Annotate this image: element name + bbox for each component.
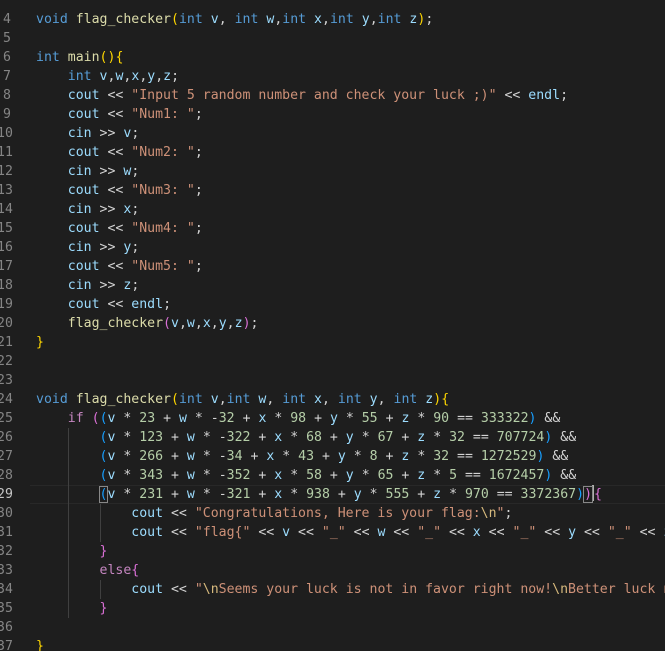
line-number: 33 [0, 563, 13, 578]
line-number: 27 [0, 449, 13, 464]
code-line[interactable]: 31 cout << "flag{" << v << "_" << w << "… [0, 523, 665, 542]
line-number: 5 [3, 31, 11, 46]
line-number: 11 [0, 145, 13, 160]
code-text: cin >> z; [67, 278, 140, 293]
code-text: cin >> v; [67, 126, 140, 141]
code-line[interactable]: 27 (v * 266 + w * -34 + x * 43 + y * 8 +… [0, 447, 665, 466]
line-number: 25 [0, 411, 13, 426]
code-text: cout << "Num2: "; [67, 145, 203, 160]
code-text: cout << "\nSeems your luck is not in fav… [131, 582, 665, 597]
code-line[interactable]: 34 cout << "\nSeems your luck is not in … [0, 580, 665, 599]
code-line[interactable]: 17 cout << "Num5: "; [0, 257, 665, 276]
code-line[interactable]: 9 cout << "Num1: "; [0, 105, 665, 124]
code-line[interactable]: 29 (v * 231 + w * -321 + x * 938 + y * 5… [0, 485, 665, 504]
line-number: 15 [0, 221, 13, 236]
line-number: 16 [0, 240, 13, 255]
line-number: 10 [0, 126, 13, 141]
code-line[interactable]: 16 cin >> y; [0, 238, 665, 257]
code-text: } [99, 601, 108, 616]
line-number: 6 [3, 50, 11, 65]
line-number: 22 [0, 354, 13, 369]
code-text: (v * 266 + w * -34 + x * 43 + y * 8 + z … [99, 449, 569, 464]
code-line[interactable]: 10 cin >> v; [0, 124, 665, 143]
line-number: 4 [3, 12, 11, 27]
code-line[interactable]: 12 cin >> w; [0, 162, 665, 181]
line-number: 24 [0, 392, 13, 407]
code-text: cin >> x; [67, 202, 140, 217]
code-text: (v * 343 + w * -352 + x * 58 + y * 65 + … [99, 468, 577, 483]
line-number: 14 [0, 202, 13, 217]
line-number: 19 [0, 297, 13, 312]
code-editor[interactable]: 4 void flag_checker(int v, int w,int x,in… [0, 0, 665, 651]
line-number: 23 [0, 373, 13, 388]
line-number: 17 [0, 259, 13, 274]
code-text: } [36, 335, 44, 350]
code-text: int v,w,x,y,z; [67, 69, 180, 84]
code-line[interactable]: 14 cin >> x; [0, 200, 665, 219]
code-text: } [36, 639, 44, 651]
code-line[interactable]: 37} [0, 637, 665, 651]
line-number: 37 [0, 639, 13, 651]
code-line[interactable]: 32 } [0, 542, 665, 561]
line-number: 34 [0, 582, 13, 597]
code-text: (v * 231 + w * -321 + x * 938 + y * 555 … [98, 485, 602, 503]
code-text: if ((v * 23 + w * -32 + x * 98 + y * 55 … [67, 411, 561, 426]
code-line[interactable]: 28 (v * 343 + w * -352 + x * 58 + y * 65… [0, 466, 665, 485]
line-number: 12 [0, 164, 13, 179]
line-number: 35 [0, 601, 13, 616]
line-number: 7 [3, 69, 11, 84]
code-text: void flag_checker(int v,int w, int x, in… [36, 392, 450, 407]
line-number: 32 [0, 544, 13, 559]
code-line[interactable]: 19 cout << endl; [0, 295, 665, 314]
line-number: 8 [3, 88, 11, 103]
code-line[interactable]: 35 } [0, 599, 665, 618]
code-text: cout << "Num3: "; [67, 183, 203, 198]
code-line[interactable]: 11 cout << "Num2: "; [0, 143, 665, 162]
line-number: 36 [0, 620, 13, 635]
code-line[interactable]: 15 cout << "Num4: "; [0, 219, 665, 238]
code-line[interactable]: 22 [0, 352, 665, 371]
code-line[interactable]: 18 cin >> z; [0, 276, 665, 295]
code-text: cout << "Num4: "; [67, 221, 203, 236]
code-text: } [99, 544, 108, 559]
code-line[interactable]: 20 flag_checker(v,w,x,y,z); [0, 314, 665, 333]
code-text: flag_checker(v,w,x,y,z); [67, 316, 259, 331]
code-text: cin >> y; [67, 240, 140, 255]
code-line[interactable]: 8 cout << "Input 5 random number and che… [0, 86, 665, 105]
code-line[interactable]: 6 int main(){ [0, 48, 665, 67]
code-text: int main(){ [36, 50, 124, 65]
code-line[interactable]: 30 cout << "Congratulations, Here is you… [0, 504, 665, 523]
line-number: 31 [0, 525, 13, 540]
code-text: (v * 123 + w * -322 + x * 68 + y * 67 + … [99, 430, 577, 445]
line-number: 20 [0, 316, 13, 331]
code-line[interactable]: 33 else{ [0, 561, 665, 580]
code-line[interactable]: 5 [0, 29, 665, 48]
code-line[interactable]: 36 [0, 618, 665, 637]
code-line[interactable]: 4 void flag_checker(int v, int w,int x,in… [0, 10, 665, 29]
code-line[interactable]: 24 void flag_checker(int v,int w, int x, … [0, 390, 665, 409]
line-number: 13 [0, 183, 13, 198]
line-number: 29 [0, 487, 13, 502]
line-number: 9 [3, 107, 11, 122]
code-text: void flag_checker(int v, int w,int x,int… [36, 12, 434, 27]
code-text: cin >> w; [67, 164, 140, 179]
code-text: cout << endl; [67, 297, 172, 312]
code-text: cout << "flag{" << v << "_" << w << "_" … [131, 525, 665, 540]
line-number: 30 [0, 506, 13, 521]
code-text: cout << "Num1: "; [67, 107, 203, 122]
code-line[interactable]: 13 cout << "Num3: "; [0, 181, 665, 200]
line-number: 21 [0, 335, 13, 350]
line-number: 28 [0, 468, 13, 483]
line-number: 26 [0, 430, 13, 445]
line-number: 18 [0, 278, 13, 293]
code-line[interactable]: 25 if ((v * 23 + w * -32 + x * 98 + y * … [0, 409, 665, 428]
code-text: cout << "Congratulations, Here is your f… [131, 506, 513, 521]
code-line[interactable]: 7 int v,w,x,y,z; [0, 67, 665, 86]
code-text: cout << "Num5: "; [67, 259, 203, 274]
code-line[interactable]: 26 (v * 123 + w * -322 + x * 68 + y * 67… [0, 428, 665, 447]
code-line[interactable]: 23 [0, 371, 665, 390]
code-text: cout << "Input 5 random number and check… [67, 88, 569, 103]
code-line[interactable]: 21} [0, 333, 665, 352]
code-text: else{ [99, 563, 140, 578]
